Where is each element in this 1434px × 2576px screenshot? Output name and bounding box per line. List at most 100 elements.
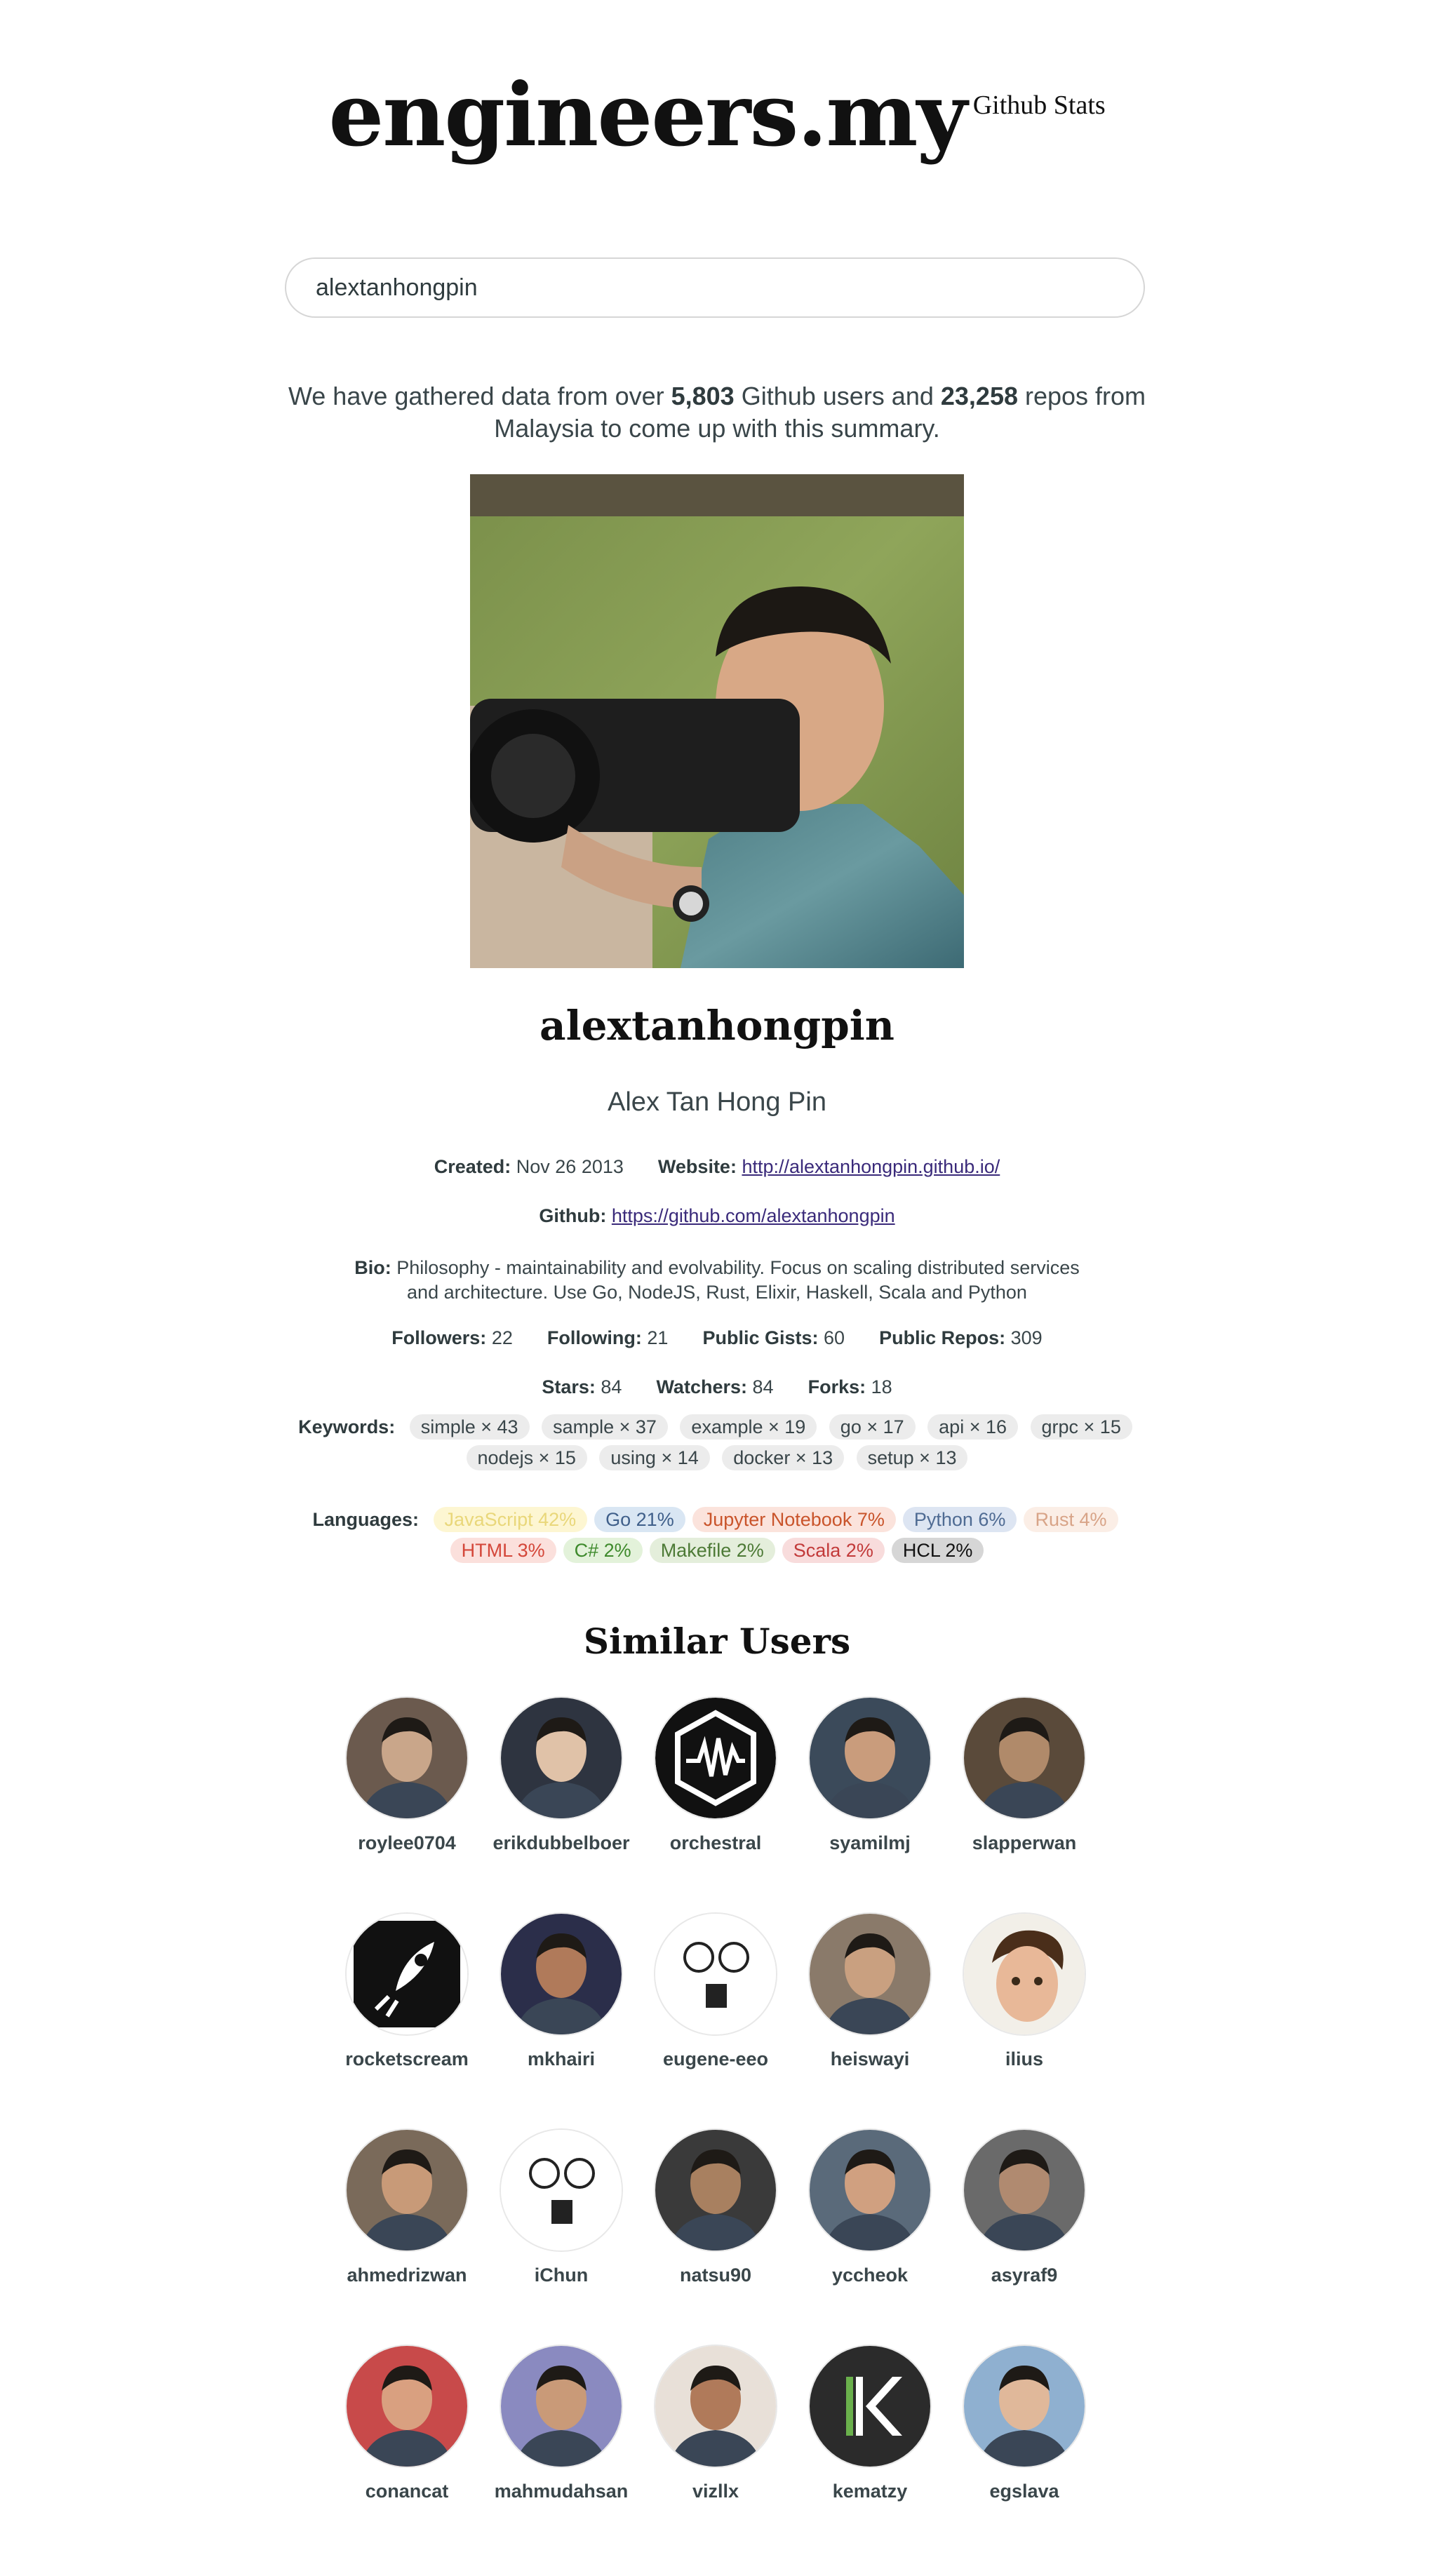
- similar-user-card[interactable]: conancat: [330, 2344, 484, 2502]
- user-name[interactable]: orchestral: [638, 1832, 793, 1854]
- gists-label: Public Gists:: [702, 1327, 819, 1348]
- similar-user-card[interactable]: slapperwan: [947, 1696, 1101, 1854]
- user-name[interactable]: ilius: [947, 2048, 1101, 2070]
- user-avatar[interactable]: [808, 2344, 932, 2468]
- user-avatar[interactable]: [808, 2128, 932, 2252]
- user-name[interactable]: kematzy: [793, 2481, 947, 2502]
- created-label: Created:: [434, 1156, 511, 1177]
- user-avatar[interactable]: [808, 1912, 932, 2036]
- similar-user-card[interactable]: iChun: [484, 2128, 638, 2286]
- similar-user-card[interactable]: erikdubbelboer: [484, 1696, 638, 1854]
- language-chip: Scala 2%: [782, 1538, 885, 1563]
- user-name[interactable]: natsu90: [638, 2265, 793, 2286]
- similar-user-card[interactable]: roylee0704: [330, 1696, 484, 1854]
- github-row: Github: https://github.com/alextanhongpi…: [0, 1205, 1434, 1227]
- user-avatar[interactable]: [963, 1912, 1086, 2036]
- created-value: Nov 26 2013: [516, 1156, 624, 1177]
- keyword-chip: using × 14: [599, 1445, 710, 1470]
- user-avatar[interactable]: [963, 2128, 1086, 2252]
- user-avatar[interactable]: [500, 1696, 623, 1820]
- language-chip: Python 6%: [902, 1507, 1017, 1532]
- similar-user-card[interactable]: ahmedrizwan: [330, 2128, 484, 2286]
- user-name[interactable]: mahmudahsan: [484, 2481, 638, 2502]
- user-name[interactable]: conancat: [330, 2481, 484, 2502]
- similar-user-card[interactable]: mkhairi: [484, 1912, 638, 2070]
- keyword-chip: go × 17: [829, 1414, 916, 1440]
- user-name[interactable]: ahmedrizwan: [330, 2265, 484, 2286]
- keyword-chip: grpc × 15: [1030, 1414, 1132, 1440]
- similar-user-card[interactable]: rocketscream: [330, 1912, 484, 2070]
- watchers-label: Watchers:: [656, 1376, 747, 1397]
- website-link[interactable]: http://alextanhongpin.github.io/: [742, 1156, 1000, 1177]
- user-avatar[interactable]: [654, 1912, 777, 2036]
- user-avatar[interactable]: [963, 1696, 1086, 1820]
- user-avatar[interactable]: [500, 2128, 623, 2252]
- user-avatar[interactable]: [500, 1912, 623, 2036]
- summary-middle: Github users and: [734, 382, 941, 410]
- user-avatar[interactable]: [345, 1912, 469, 2036]
- followers-row: Followers: 22 Following: 21 Public Gists…: [0, 1327, 1434, 1349]
- user-name[interactable]: heiswayi: [793, 2048, 947, 2070]
- user-avatar[interactable]: [345, 2128, 469, 2252]
- github-link[interactable]: https://github.com/alextanhongpin: [612, 1205, 895, 1226]
- similar-user-card[interactable]: heiswayi: [793, 1912, 947, 2070]
- keyword-chip: setup × 13: [856, 1445, 968, 1470]
- user-avatar[interactable]: [500, 2344, 623, 2468]
- user-name[interactable]: eugene-eeo: [638, 2048, 793, 2070]
- bio-text: Philosophy - maintainability and evolvab…: [396, 1257, 1080, 1303]
- similar-user-card[interactable]: mahmudahsan: [484, 2344, 638, 2502]
- user-name[interactable]: iChun: [484, 2265, 638, 2286]
- summary-text: We have gathered data from over 5,803 Gi…: [281, 380, 1153, 445]
- gists-value: 60: [824, 1327, 845, 1348]
- user-name[interactable]: egslava: [947, 2481, 1101, 2502]
- user-name[interactable]: yccheok: [793, 2265, 947, 2286]
- similar-user-card[interactable]: orchestral: [638, 1696, 793, 1854]
- similar-user-card[interactable]: eugene-eeo: [638, 1912, 793, 2070]
- keyword-chip: docker × 13: [722, 1445, 845, 1470]
- keyword-chip: sample × 37: [542, 1414, 668, 1440]
- user-name[interactable]: vizllx: [638, 2481, 793, 2502]
- keyword-chip: simple × 43: [409, 1414, 530, 1440]
- language-chip: JavaScript 42%: [433, 1507, 588, 1532]
- user-name[interactable]: syamilmj: [793, 1832, 947, 1854]
- languages: Languages: JavaScript 42% Go 21% Jupyter N…: [281, 1504, 1153, 1566]
- similar-user-card[interactable]: egslava: [947, 2344, 1101, 2502]
- users-count: 5,803: [671, 382, 735, 410]
- similar-user-card[interactable]: kematzy: [793, 2344, 947, 2502]
- profile-fullname: Alex Tan Hong Pin: [608, 1087, 826, 1117]
- user-avatar[interactable]: [654, 2128, 777, 2252]
- user-avatar[interactable]: [345, 2344, 469, 2468]
- user-avatar[interactable]: [654, 2344, 777, 2468]
- similar-user-card[interactable]: syamilmj: [793, 1696, 947, 1854]
- user-name[interactable]: roylee0704: [330, 1832, 484, 1854]
- user-avatar[interactable]: [345, 1696, 469, 1820]
- user-name[interactable]: mkhairi: [484, 2048, 638, 2070]
- similar-user-card[interactable]: ilius: [947, 1912, 1101, 2070]
- repos-label: Public Repos:: [879, 1327, 1006, 1348]
- repos-count: 23,258: [940, 382, 1018, 410]
- user-name[interactable]: erikdubbelboer: [484, 1832, 638, 1854]
- user-name[interactable]: slapperwan: [947, 1832, 1101, 1854]
- site-title[interactable]: engineers.my: [328, 63, 967, 168]
- similar-user-card[interactable]: vizllx: [638, 2344, 793, 2502]
- following-label: Following:: [547, 1327, 642, 1348]
- user-avatar[interactable]: [963, 2344, 1086, 2468]
- user-name[interactable]: asyraf9: [947, 2265, 1101, 2286]
- keyword-chip: api × 16: [927, 1414, 1018, 1440]
- keyword-chip: nodejs × 15: [466, 1445, 587, 1470]
- watchers-value: 84: [752, 1376, 774, 1397]
- similar-user-card[interactable]: natsu90: [638, 2128, 793, 2286]
- language-chip: Jupyter Notebook 7%: [692, 1507, 896, 1532]
- language-chip: HCL 2%: [891, 1538, 984, 1563]
- search-input[interactable]: [285, 257, 1145, 318]
- keywords: Keywords: simple × 43 sample × 37 exampl…: [281, 1411, 1153, 1473]
- user-name[interactable]: rocketscream: [330, 2048, 484, 2070]
- similar-user-card[interactable]: yccheok: [793, 2128, 947, 2286]
- similar-user-card[interactable]: asyraf9: [947, 2128, 1101, 2286]
- language-chip: Makefile 2%: [649, 1538, 775, 1563]
- user-avatar[interactable]: [654, 1696, 777, 1820]
- site-subtitle: Github Stats: [972, 90, 1106, 120]
- user-avatar[interactable]: [808, 1696, 932, 1820]
- website-label: Website:: [657, 1156, 737, 1177]
- followers-value: 22: [491, 1327, 513, 1348]
